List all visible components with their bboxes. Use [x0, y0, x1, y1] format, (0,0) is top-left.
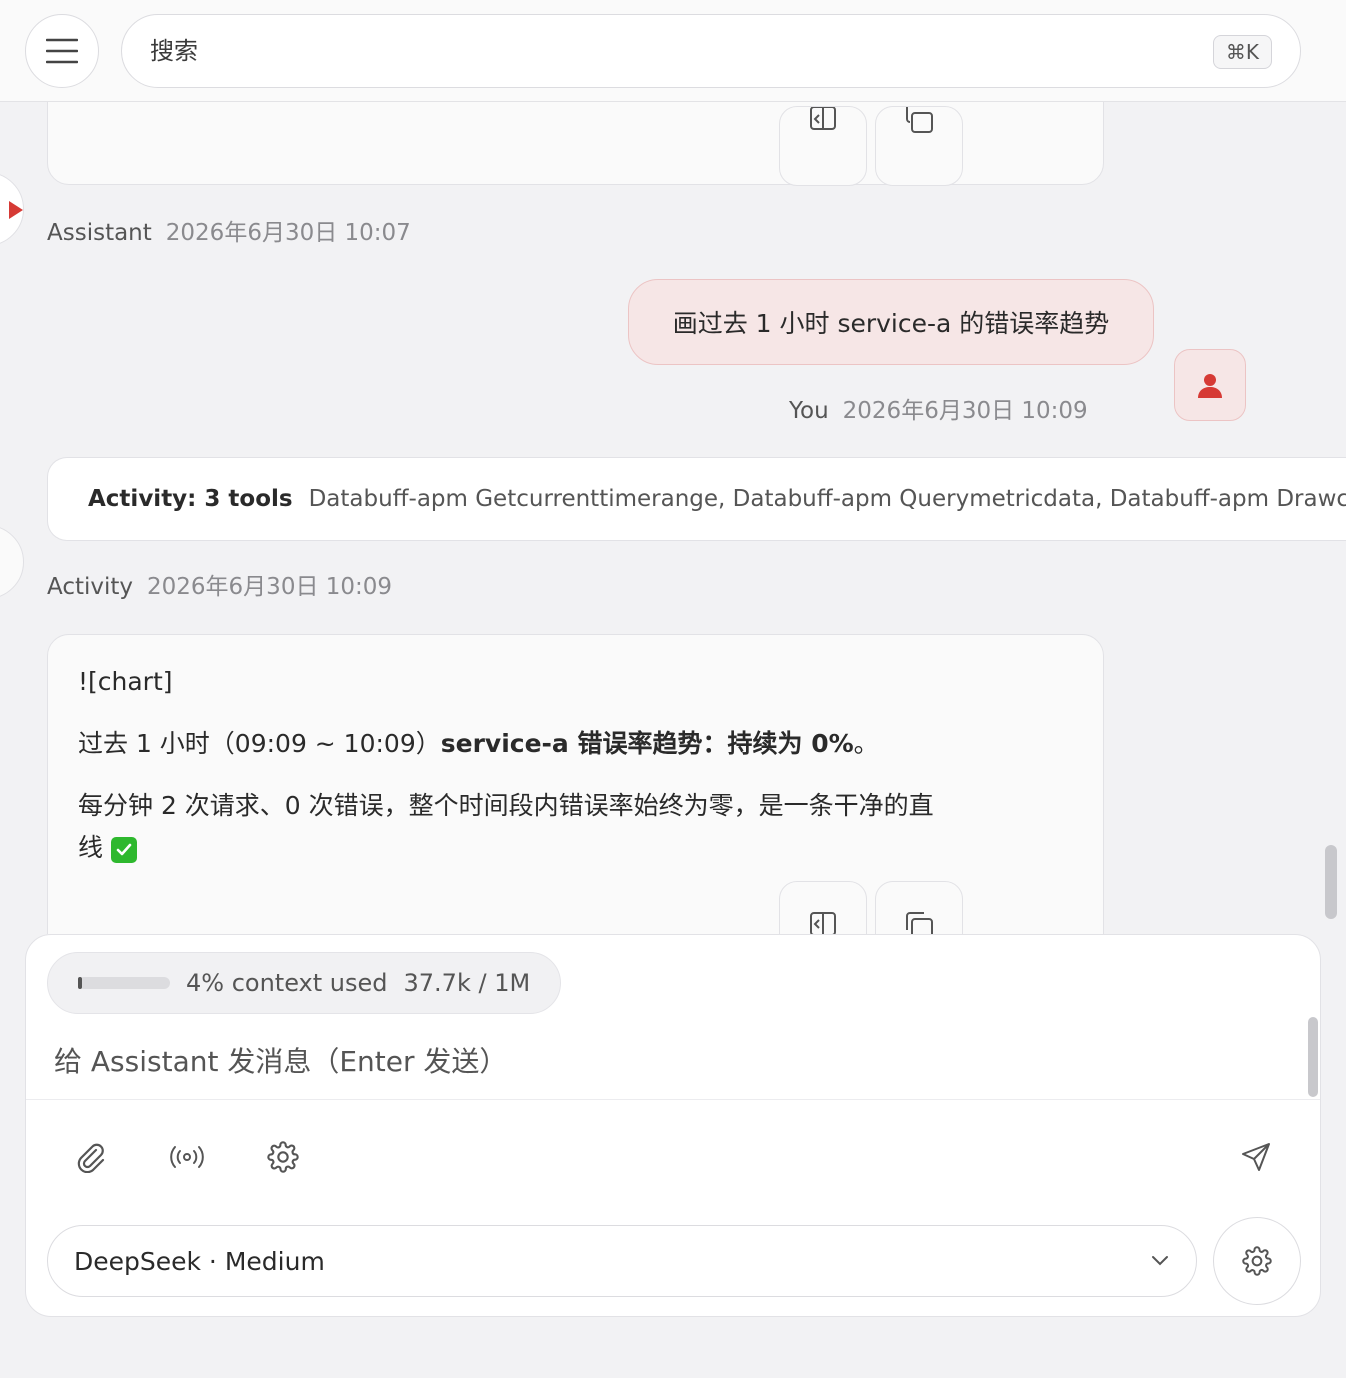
message-time: 2026年6月30日 10:07 [165, 220, 411, 246]
composer-divider [26, 1099, 1320, 1100]
assistant-message-card-prev [47, 102, 1104, 186]
insert-button[interactable] [779, 106, 867, 186]
menu-button[interactable] [25, 14, 99, 88]
gear-icon [267, 1141, 299, 1173]
gear-icon [1242, 1246, 1272, 1276]
assistant-prev-meta: Assistant 2026年6月30日 10:07 [47, 213, 411, 247]
user-message-meta: You 2026年6月30日 10:09 [789, 391, 1088, 425]
send-icon [1242, 1143, 1270, 1171]
copy-icon [906, 912, 933, 934]
assistant-logo-icon [9, 201, 23, 219]
user-message-text: 画过去 1 小时 service-a 的错误率趋势 [672, 309, 1110, 338]
context-progress-bar [78, 977, 170, 989]
attach-button[interactable] [68, 1135, 112, 1179]
message-input[interactable] [54, 1031, 1294, 1091]
model-label: DeepSeek · Medium [74, 1246, 325, 1276]
settings-button[interactable] [261, 1135, 305, 1179]
activity-summary[interactable]: Activity: 3 tools Databuff-apm Getcurren… [47, 457, 1346, 541]
insert-button[interactable] [779, 881, 867, 934]
context-usage: 4% context used 37.7k / 1M [47, 952, 562, 1014]
user-avatar [1174, 349, 1246, 421]
message-time: 2026年6月30日 10:09 [147, 574, 393, 600]
model-settings-button[interactable] [1213, 1217, 1301, 1305]
user-icon [1198, 374, 1222, 398]
detail-line: 每分钟 2 次请求、0 次错误，整个时间段内错误率始终为零，是一条干净的直线 [78, 785, 958, 869]
chat-scrollbar[interactable] [1325, 845, 1337, 919]
broadcast-button[interactable] [165, 1135, 209, 1179]
search-box[interactable]: ⌘K [121, 14, 1301, 88]
check-icon [110, 837, 137, 863]
chat-area[interactable]: Assistant 2026年6月30日 10:07 画过去 1 小时 servi… [0, 102, 1346, 934]
activity-meta: Activity 2026年6月30日 10:09 [47, 567, 392, 601]
broadcast-icon [170, 1146, 204, 1168]
context-label: 4% context used [186, 969, 388, 997]
top-bar: ⌘K [0, 0, 1346, 102]
assistant-avatar [0, 172, 24, 246]
search-input[interactable] [150, 15, 1150, 87]
user-message-bubble: 画过去 1 小时 service-a 的错误率趋势 [628, 279, 1154, 365]
context-count: 37.7k / 1M [403, 969, 531, 997]
assistant-message-text: ![chart] 过去 1 小时（09:09 ~ 10:09）service-a… [78, 661, 1073, 869]
message-author: Activity [47, 574, 134, 600]
detail-text: 每分钟 2 次请求、0 次错误，整个时间段内错误率始终为零，是一条干净的直线 [78, 791, 934, 862]
paperclip-icon [77, 1143, 105, 1173]
message-author: Assistant [47, 220, 152, 246]
context-progress-fill [78, 977, 82, 989]
assistant-message-card: ![chart] 过去 1 小时（09:09 ~ 10:09）service-a… [47, 634, 1104, 934]
message-composer: 4% context used 37.7k / 1M DeepSeek · Me… [25, 934, 1321, 1317]
summary-bold: service-a 错误率趋势：持续为 0% [440, 729, 854, 758]
summary-prefix: 过去 1 小时（09:09 ~ 10:09） [78, 729, 441, 758]
activity-tools: Databuff-apm Getcurrenttimerange, Databu… [308, 486, 1346, 512]
activity-title: Activity: 3 tools [88, 486, 293, 512]
chevron-down-icon [1152, 1256, 1168, 1266]
copy-button[interactable] [875, 106, 963, 186]
chart-image-alt: ![chart] [78, 667, 173, 696]
summary-suffix: 。 [853, 729, 879, 758]
message-time: 2026年6月30日 10:09 [842, 398, 1088, 424]
model-select[interactable]: DeepSeek · Medium [47, 1225, 1197, 1297]
copy-icon [906, 107, 933, 133]
insert-icon [810, 912, 836, 934]
input-scrollbar[interactable] [1308, 1017, 1318, 1097]
activity-avatar [0, 525, 24, 599]
insert-icon [810, 107, 836, 130]
hamburger-icon [46, 38, 78, 64]
copy-button[interactable] [875, 881, 963, 934]
message-author: You [789, 398, 829, 424]
summary-line: 过去 1 小时（09:09 ~ 10:09）service-a 错误率趋势：持续… [78, 723, 1073, 765]
shortcut-badge: ⌘K [1212, 35, 1272, 69]
send-button[interactable] [1234, 1135, 1278, 1179]
